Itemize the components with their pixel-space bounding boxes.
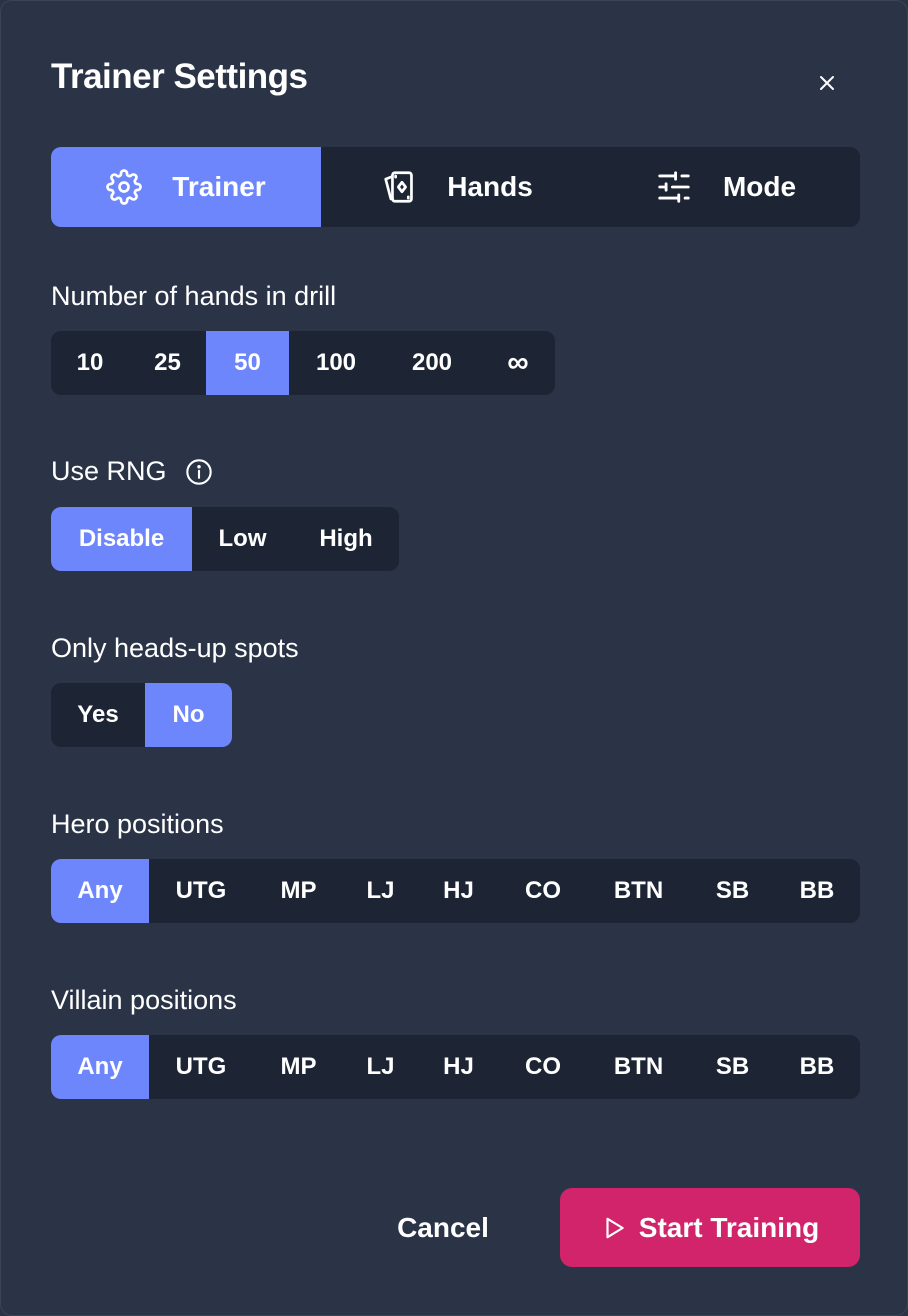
villain-positions-label: Villain positions (51, 985, 237, 1016)
hero-option-sb[interactable]: SB (691, 859, 774, 923)
hands-option-200[interactable]: 200 (383, 331, 481, 395)
cancel-button[interactable]: Cancel (373, 1189, 513, 1267)
rng-label-text: Use RNG (51, 456, 167, 486)
start-training-label: Start Training (638, 1211, 820, 1243)
play-icon (606, 1217, 624, 1238)
hero-option-co[interactable]: CO (500, 859, 586, 923)
rng-option-disable[interactable]: Disable (51, 507, 192, 571)
hero-positions-selector: Any UTG MP LJ HJ CO BTN SB BB (51, 859, 860, 923)
villain-option-bb[interactable]: BB (774, 1035, 860, 1099)
hands-option-25[interactable]: 25 (129, 331, 206, 395)
heads-up-label-text: Only heads-up spots (51, 633, 299, 663)
trainer-settings-dialog: Trainer Settings Trainer Hands Mode Numb… (0, 0, 908, 1316)
villain-option-co[interactable]: CO (500, 1035, 586, 1099)
heads-up-selector: Yes No (51, 683, 232, 747)
hands-option-10[interactable]: 10 (51, 331, 129, 395)
villain-option-utg[interactable]: UTG (149, 1035, 253, 1099)
info-icon[interactable] (185, 458, 213, 486)
villain-option-mp[interactable]: MP (253, 1035, 344, 1099)
tab-hands[interactable]: Hands (321, 147, 591, 227)
hands-option-infinite[interactable]: ∞ (481, 331, 555, 395)
hero-option-lj[interactable]: LJ (344, 859, 417, 923)
tab-mode-label: Mode (722, 171, 797, 202)
heads-up-label: Only heads-up spots (51, 633, 299, 664)
hero-option-bb[interactable]: BB (774, 859, 860, 923)
hero-option-hj[interactable]: HJ (417, 859, 500, 923)
rng-selector: Disable Low High (51, 507, 399, 571)
villain-option-hj[interactable]: HJ (417, 1035, 500, 1099)
heads-up-option-yes[interactable]: Yes (51, 683, 145, 747)
close-button[interactable] (811, 67, 843, 99)
hero-option-any[interactable]: Any (51, 859, 149, 923)
hands-in-drill-label: Number of hands in drill (51, 281, 336, 312)
rng-option-low[interactable]: Low (192, 507, 293, 571)
sliders-icon (658, 171, 690, 203)
hero-positions-label: Hero positions (51, 809, 224, 840)
gear-icon (106, 169, 143, 205)
hero-option-utg[interactable]: UTG (149, 859, 253, 923)
hands-option-50[interactable]: 50 (206, 331, 289, 395)
cards-icon (384, 171, 414, 203)
tab-hands-label: Hands (447, 171, 533, 202)
tab-trainer-label: Trainer (172, 171, 266, 202)
dialog-title: Trainer Settings (51, 57, 308, 96)
start-training-button[interactable]: Start Training (560, 1188, 860, 1267)
tab-mode[interactable]: Mode (591, 147, 860, 227)
close-icon[interactable] (819, 75, 835, 91)
hands-option-100[interactable]: 100 (289, 331, 383, 395)
heads-up-option-no[interactable]: No (145, 683, 232, 747)
settings-tabs: Trainer Hands Mode (51, 147, 860, 227)
hero-option-btn[interactable]: BTN (586, 859, 691, 923)
hands-in-drill-text: Number of hands in drill (51, 281, 337, 311)
tab-trainer[interactable]: Trainer (51, 147, 321, 227)
villain-option-any[interactable]: Any (51, 1035, 149, 1099)
hero-option-mp[interactable]: MP (253, 859, 344, 923)
rng-option-high[interactable]: High (293, 507, 399, 571)
villain-option-btn[interactable]: BTN (586, 1035, 691, 1099)
rng-label: Use RNG (51, 456, 213, 487)
hero-positions-label-text: Hero positions (51, 809, 224, 839)
villain-option-lj[interactable]: LJ (344, 1035, 417, 1099)
villain-positions-label-text: Villain positions (51, 985, 237, 1015)
villain-positions-selector: Any UTG MP LJ HJ CO BTN SB BB (51, 1035, 860, 1099)
villain-option-sb[interactable]: SB (691, 1035, 774, 1099)
hands-in-drill-selector: 10 25 50 100 200 ∞ (51, 331, 555, 395)
